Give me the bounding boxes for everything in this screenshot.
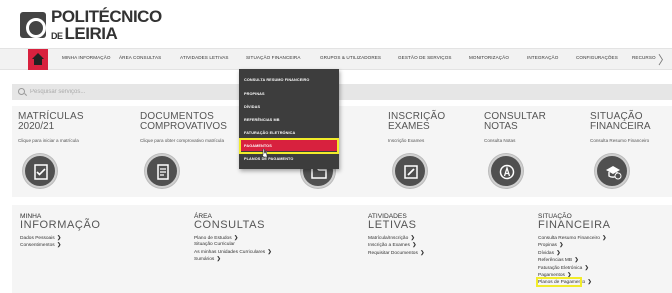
- link-inscricao-exames[interactable]: Inscrição a Exames ❯: [368, 242, 424, 249]
- link-dividas[interactable]: Dívidas ❯: [538, 250, 611, 257]
- link-faturacao-eletronica[interactable]: Faturação Eletrónica ❯: [538, 265, 611, 272]
- logo-mark-icon: [20, 12, 46, 38]
- link-matricula-inscricao[interactable]: Matrícula/Inscrição ❯: [368, 235, 424, 242]
- section-minha-informacao: MINHA INFORMAÇÃO Dados Pessoais ❯ Consen…: [20, 213, 101, 250]
- chevron-right-icon: ❯: [216, 256, 221, 263]
- dd-consulta-resumo-financeiro[interactable]: CONSULTA RESUMO FINANCEIRO: [244, 78, 309, 82]
- header: POLITÉCNICO DE LEIRIA: [0, 0, 672, 42]
- chevron-right-icon: ❯: [420, 249, 425, 256]
- tile-subtitle: COMPROVATIVOS: [140, 121, 227, 132]
- nav-area-consultas[interactable]: ÁREA CONSULTAS: [119, 55, 161, 60]
- chevron-right-icon: ❯: [57, 235, 62, 241]
- checklist-icon[interactable]: [23, 154, 57, 188]
- tile-matriculas[interactable]: MATRÍCULAS 2020/21 Clique para iniciar a…: [18, 112, 84, 144]
- nav-scroll-right-icon[interactable]: 〉: [658, 51, 670, 68]
- link-sumarios[interactable]: Sumários ❯: [194, 256, 272, 263]
- search-bar: [12, 84, 672, 100]
- chevron-right-icon: ❯: [602, 235, 607, 241]
- tile-situacao-financeira[interactable]: SITUAÇÃO FINANCEIRA Consulta Resumo Fina…: [590, 112, 651, 144]
- chevron-right-icon: ❯: [412, 242, 417, 249]
- dd-dividas[interactable]: DÍVIDAS: [244, 105, 260, 109]
- tile-description: Clique para iniciar a matrícula: [18, 138, 79, 143]
- chevron-right-icon: ❯: [267, 248, 272, 255]
- section-label-big: FINANCEIRA: [538, 219, 611, 231]
- hand-cursor-icon: [262, 149, 268, 158]
- document-icon[interactable]: [145, 154, 179, 188]
- nav-gestao-servicos[interactable]: GESTÃO DE SERVIÇOS: [398, 55, 452, 60]
- tile-subtitle: EXAMES: [388, 121, 430, 132]
- chevron-right-icon: ❯: [587, 279, 592, 286]
- tile-consultar-notas[interactable]: CONSULTAR NOTAS Consulta Notas: [484, 112, 546, 144]
- dd-referencias-mb[interactable]: REFERÊNCIAS MB: [244, 118, 280, 122]
- pagamentos-link-highlight: [536, 277, 582, 287]
- search-icon: [18, 88, 25, 95]
- nav-monitorizacao[interactable]: MONITORIZAÇÃO: [469, 55, 509, 60]
- tile-description: Inscrição Exames: [388, 138, 425, 143]
- section-label-big: INFORMAÇÃO: [20, 219, 101, 231]
- dd-planos-pagamento[interactable]: PLANOS DE PAGAMENTO: [244, 157, 293, 161]
- logo-line2: LEIRIA: [64, 24, 118, 43]
- link-propinas[interactable]: Propinas ❯: [538, 242, 611, 249]
- chevron-right-icon: ❯: [556, 249, 561, 256]
- situacao-financeira-dropdown: CONSULTA RESUMO FINANCEIRO PROPINAS DÍVI…: [239, 69, 339, 169]
- section-area-consultas: ÁREA CONSULTAS Plano de Estudos ❯ Situaç…: [194, 213, 272, 264]
- chevron-right-icon: ❯: [57, 242, 62, 249]
- chevron-right-icon: ❯: [574, 257, 579, 264]
- main-nav: MINHA INFORMAÇÃO ÁREA CONSULTAS ATIVIDAD…: [0, 48, 672, 70]
- home-icon[interactable]: [28, 49, 48, 70]
- logo-line1: POLITÉCNICO: [51, 7, 162, 26]
- section-label-big: LETIVAS: [368, 219, 417, 231]
- chevron-right-icon: ❯: [584, 264, 589, 271]
- tile-subtitle: FINANCEIRA: [590, 121, 651, 132]
- tile-documentos[interactable]: DOCUMENTOS COMPROVATIVOS Clique para obt…: [140, 112, 227, 144]
- tile-description: Consulta Resumo Financeiro: [590, 138, 650, 143]
- tile-subtitle: 2020/21: [18, 121, 55, 132]
- section-label-big: CONSULTAS: [194, 219, 266, 231]
- nav-recursos[interactable]: RECURSO: [632, 55, 656, 60]
- link-referencias-mb[interactable]: Referências MB ❯: [538, 257, 611, 264]
- link-dados-pessoais[interactable]: Dados Pessoais ❯: [20, 235, 101, 242]
- logo-line2-prefix: DE: [51, 31, 63, 41]
- pagamentos-menu-highlight: [239, 138, 339, 154]
- tile-inscricao-exames[interactable]: INSCRIÇÃO EXAMES Inscrição Exames: [388, 112, 445, 144]
- politecnico-leiria-logo[interactable]: POLITÉCNICO DE LEIRIA: [20, 8, 162, 42]
- link-consulta-resumo-financeiro[interactable]: Consulta Resumo Financeiro ❯: [538, 235, 611, 242]
- nav-minha-informacao[interactable]: MINHA INFORMAÇÃO: [62, 55, 111, 60]
- chevron-right-icon: ❯: [410, 235, 415, 241]
- section-atividades-letivas: ATIVIDADES LETIVAS Matrícula/Inscrição ❯…: [368, 213, 424, 257]
- tile-description: Clique para obter comprovativo matrícula: [140, 138, 225, 143]
- nav-configuracoes[interactable]: CONFIGURAÇÕES: [576, 55, 618, 60]
- dd-propinas[interactable]: PROPINAS: [244, 92, 265, 96]
- link-consentimentos[interactable]: Consentimentos ❯: [20, 242, 101, 249]
- service-tiles: MATRÍCULAS 2020/21 Clique para iniciar a…: [12, 106, 672, 197]
- link-requisitar-documentos[interactable]: Requisitar Documentos ❯: [368, 250, 424, 257]
- tile-subtitle: NOTAS: [484, 121, 518, 132]
- tile-description: Consulta Notas: [484, 138, 516, 143]
- grade-icon[interactable]: [489, 154, 523, 188]
- section-situacao-financeira: SITUAÇÃO FINANCEIRA Consulta Resumo Fina…: [538, 213, 611, 287]
- nav-integracao[interactable]: INTEGRAÇÃO: [527, 55, 558, 60]
- edit-icon[interactable]: [393, 154, 427, 188]
- nav-grupos-utilizadores[interactable]: GRUPOS & UTILIZADORES: [320, 55, 381, 60]
- chevron-right-icon: ❯: [559, 242, 564, 249]
- nav-situacao-financeira[interactable]: SITUAÇÃO FINANCEIRA: [246, 55, 300, 60]
- chevron-right-icon: ❯: [233, 235, 239, 241]
- dd-faturacao-eletronica[interactable]: FATURAÇÃO ELETRÓNICA: [244, 131, 295, 135]
- link-unidades-curriculares[interactable]: As minhas Unidades Curriculares ❯: [194, 249, 272, 256]
- nav-atividades-letivas[interactable]: ATIVIDADES LETIVAS: [180, 55, 229, 60]
- money-icon[interactable]: [595, 154, 629, 188]
